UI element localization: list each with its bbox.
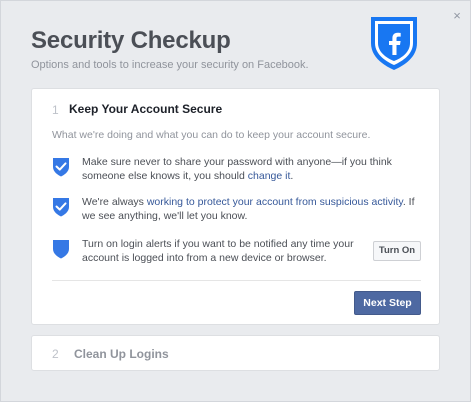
change-password-link[interactable]: change it	[248, 170, 291, 182]
list-item: We're always working to protect your acc…	[52, 195, 422, 225]
step-title: Clean Up Logins	[74, 347, 169, 361]
list-item: Make sure never to share your password w…	[52, 155, 422, 185]
page-subtitle: Options and tools to increase your secur…	[31, 59, 309, 71]
item-text: Turn on login alerts if you want to be n…	[82, 238, 354, 264]
step-number: 1	[52, 103, 59, 117]
page-title: Security Checkup	[31, 27, 231, 54]
list-item: Turn on login alerts if you want to be n…	[52, 237, 422, 267]
step-title: Keep Your Account Secure	[69, 102, 223, 116]
item-text: We're always working to protect your acc…	[82, 196, 415, 222]
check-shield-icon	[53, 158, 69, 177]
divider	[52, 280, 421, 281]
check-shield-icon	[53, 198, 69, 217]
shield-icon	[53, 240, 69, 259]
security-checkup-dialog: × Security Checkup Options and tools to …	[0, 0, 471, 402]
step-card-keep-account-secure: 1 Keep Your Account Secure What we're do…	[31, 88, 440, 325]
suspicious-activity-link[interactable]: working to protect your account from sus…	[147, 196, 403, 208]
step-description: What we're doing and what you can do to …	[52, 129, 371, 141]
step-card-clean-up-logins[interactable]: 2 Clean Up Logins	[31, 335, 440, 371]
turn-on-button[interactable]: Turn On	[373, 241, 421, 261]
next-step-button[interactable]: Next Step	[354, 291, 421, 315]
item-text: Make sure never to share your password w…	[82, 156, 392, 182]
step-number: 2	[52, 347, 59, 361]
facebook-shield-icon	[371, 17, 417, 70]
close-icon[interactable]: ×	[450, 9, 464, 23]
